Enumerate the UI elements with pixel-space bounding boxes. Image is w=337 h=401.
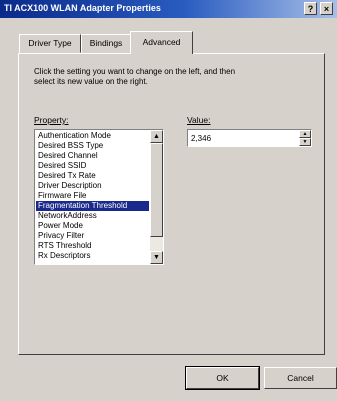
help-button[interactable]: ? xyxy=(304,2,317,15)
scroll-thumb[interactable] xyxy=(150,143,163,237)
list-item[interactable]: Desired Channel xyxy=(36,151,149,161)
list-item[interactable]: Firmware File xyxy=(36,191,149,201)
property-label: Property: xyxy=(34,115,69,125)
list-item[interactable]: Privacy Filter xyxy=(36,231,149,241)
tab-driver-type[interactable]: Driver Type xyxy=(19,34,81,53)
title-bar: TI ACX100 WLAN Adapter Properties ? × xyxy=(0,0,337,18)
value-spinner[interactable]: ▲ ▼ xyxy=(299,130,311,146)
list-item[interactable]: Rx Descriptors xyxy=(36,251,149,261)
advanced-panel: Click the setting you want to change on … xyxy=(18,53,325,355)
listbox-scrollbar[interactable]: ▲ ▼ xyxy=(150,130,163,264)
value-field: ▲ ▼ xyxy=(187,129,312,147)
tab-bindings[interactable]: Bindings xyxy=(81,34,131,53)
list-item[interactable]: Authentication Mode xyxy=(36,131,149,141)
list-item[interactable]: RTS Threshold xyxy=(36,241,149,251)
scroll-down-arrow-icon[interactable]: ▼ xyxy=(150,251,163,264)
value-label: Value: xyxy=(187,115,211,125)
list-item[interactable]: NetworkAddress xyxy=(36,211,149,221)
value-input[interactable] xyxy=(190,131,297,145)
list-item[interactable]: Power Mode xyxy=(36,221,149,231)
property-list: Authentication Mode Desired BSS Type Desir… xyxy=(36,131,149,261)
cancel-button[interactable]: Cancel xyxy=(264,367,337,389)
property-listbox[interactable]: Authentication Mode Desired BSS Type Desir… xyxy=(34,129,164,265)
list-item[interactable]: Desired Tx Rate xyxy=(36,171,149,181)
scroll-up-arrow-icon[interactable]: ▲ xyxy=(150,130,163,143)
window-title: TI ACX100 WLAN Adapter Properties xyxy=(4,3,161,13)
tab-advanced[interactable]: Advanced xyxy=(130,31,193,54)
list-item[interactable]: Fragmentation Threshold xyxy=(36,201,149,211)
spin-up-arrow-icon[interactable]: ▲ xyxy=(299,130,311,138)
ok-button[interactable]: OK xyxy=(185,366,260,390)
list-item[interactable]: Driver Description xyxy=(36,181,149,191)
list-item[interactable]: Desired BSS Type xyxy=(36,141,149,151)
list-item[interactable]: Desired SSID xyxy=(36,161,149,171)
spin-down-arrow-icon[interactable]: ▼ xyxy=(299,138,311,146)
instructions-text: Click the setting you want to change on … xyxy=(34,67,236,86)
close-button[interactable]: × xyxy=(320,2,333,15)
